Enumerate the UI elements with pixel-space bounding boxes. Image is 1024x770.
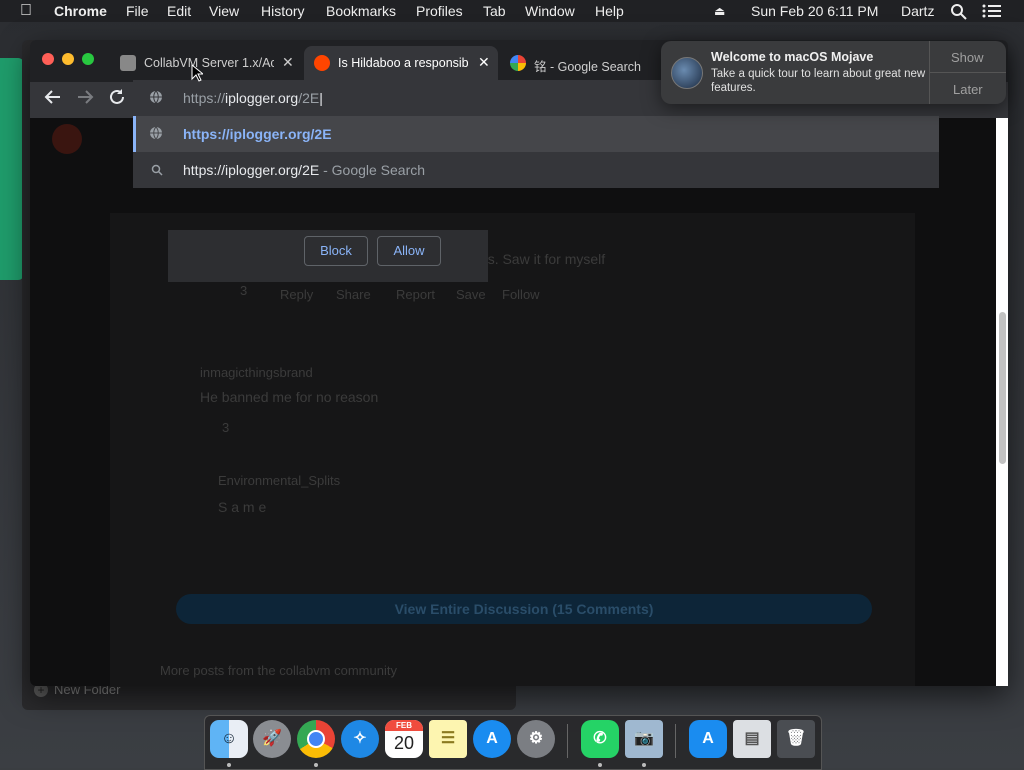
menu-tab[interactable]: Tab [483, 3, 506, 19]
search-query: https://iplogger.org/2E [183, 162, 320, 178]
comment-user: inmagicthingsbrand [200, 365, 313, 380]
menu-clock[interactable]: Sun Feb 20 6:11 PM [751, 3, 878, 19]
notification-divider [930, 72, 1006, 73]
selection-indicator [133, 116, 136, 152]
menu-view[interactable]: View [209, 3, 239, 19]
omnibox-suggestion-url[interactable]: https://iplogger.org/2E [133, 116, 939, 152]
mouse-cursor-icon [191, 63, 205, 87]
safari-dock-icon[interactable]: ✧ [341, 720, 379, 758]
menu-file[interactable]: File [126, 3, 149, 19]
google-favicon-icon [510, 55, 526, 71]
save-action[interactable]: Save [456, 287, 486, 302]
notification-title: Welcome to macOS Mojave [711, 50, 874, 64]
macos-notification[interactable]: Welcome to macOS Mojave Take a quick tou… [661, 41, 1006, 104]
close-tab-icon[interactable]: ✕ [478, 54, 490, 71]
tab-title: CollabVM Server 1.x/Ac [144, 56, 274, 70]
tab-google-search[interactable]: 铭 - Google Search [504, 46, 664, 82]
notification-center-icon[interactable] [982, 3, 1002, 22]
calendar-dock-icon[interactable]: FEB 20 [385, 720, 423, 758]
dock-separator [567, 724, 568, 758]
close-window-button[interactable] [42, 53, 54, 65]
running-indicator [314, 763, 318, 767]
app-store-dock-icon[interactable]: A [473, 720, 511, 758]
launchpad-dock-icon[interactable]: 🚀 [253, 720, 291, 758]
reddit-favicon-icon [314, 55, 330, 71]
running-indicator [598, 763, 602, 767]
page-content: He also uses kitting tools to fuck up th… [30, 118, 1008, 686]
menu-user[interactable]: Dartz [901, 3, 934, 19]
documents-folder-dock-icon[interactable]: ▤ [733, 720, 771, 758]
background-window-edge [0, 58, 24, 280]
mojave-app-icon [671, 57, 703, 89]
more-posts-heading: More posts from the collabvm community [160, 663, 397, 678]
spotlight-icon[interactable] [950, 3, 968, 24]
tab-collabvm[interactable]: CollabVM Server 1.x/Ac ✕ [112, 46, 300, 82]
tab-title: 铭 - Google Search [534, 60, 641, 74]
url-domain: iplogger.org [225, 90, 299, 106]
menu-help[interactable]: Help [595, 3, 624, 19]
menu-bookmarks[interactable]: Bookmarks [326, 3, 396, 19]
omnibox-suggestion-search[interactable]: https://iplogger.org/2E - Google Search [133, 152, 939, 188]
comment-text: He banned me for no reason [200, 389, 379, 405]
notification-show-button[interactable]: Show [951, 50, 984, 65]
comment-votes: 3 [222, 420, 230, 435]
eject-icon[interactable]: ⏏ [714, 4, 725, 18]
collabvm-favicon-icon [120, 55, 136, 71]
whatsapp-dock-icon[interactable]: ✆ [581, 720, 619, 758]
tab-reddit[interactable]: Is Hildaboo a responsib ✕ [304, 46, 498, 82]
back-icon[interactable] [44, 88, 62, 111]
comment-text: S a m e [218, 499, 267, 515]
running-indicator [227, 763, 231, 767]
allow-button[interactable]: Allow [377, 236, 441, 266]
menu-app-name[interactable]: Chrome [54, 3, 107, 19]
running-indicator [642, 763, 646, 767]
chrome-dock-icon[interactable] [297, 720, 335, 758]
text-cursor: | [319, 90, 323, 106]
globe-icon [149, 90, 163, 109]
url-scheme: https:// [183, 90, 226, 106]
tab-title: Is Hildaboo a responsib [338, 56, 468, 70]
search-suffix: - Google Search [319, 162, 426, 178]
finder-dock-icon[interactable]: ☺ [210, 720, 248, 758]
menu-history[interactable]: History [261, 3, 305, 19]
search-suggestion-text: https://iplogger.org/2E - Google Search [183, 162, 425, 178]
forward-icon[interactable] [76, 88, 94, 111]
system-preferences-dock-icon[interactable]: ⚙ [517, 720, 555, 758]
comment-votes: 3 [240, 283, 248, 298]
share-action[interactable]: Share [336, 287, 371, 302]
menu-bar:  Chrome File Edit View History Bookmark… [0, 0, 1024, 22]
report-action[interactable]: Report [396, 287, 435, 302]
notes-dock-icon[interactable]: ☰ [429, 720, 467, 758]
calendar-day: 20 [393, 733, 415, 753]
block-button[interactable]: Block [304, 236, 368, 266]
subreddit-avatar [52, 124, 82, 154]
globe-icon [149, 126, 163, 145]
apple-icon[interactable]:  [20, 2, 32, 20]
search-icon [151, 163, 163, 181]
follow-action[interactable]: Follow [502, 287, 540, 302]
menu-window[interactable]: Window [525, 3, 575, 19]
notification-body: Take a quick tour to learn about great n… [711, 68, 926, 94]
zoom-window-button[interactable] [82, 53, 94, 65]
omnibox-input[interactable]: https://iplogger.org/2E| [183, 90, 323, 106]
scrollbar-thumb[interactable] [999, 312, 1006, 464]
close-tab-icon[interactable]: ✕ [282, 54, 294, 71]
notification-later-button[interactable]: Later [953, 82, 983, 97]
reply-action[interactable]: Reply [280, 287, 313, 302]
comment-user: Environmental_Splits [218, 473, 341, 488]
dock-separator [675, 724, 676, 758]
url-path: /2E [298, 90, 320, 106]
reload-icon[interactable] [108, 88, 126, 111]
minimize-window-button[interactable] [62, 53, 74, 65]
menu-edit[interactable]: Edit [167, 3, 191, 19]
view-entire-discussion-button[interactable]: View Entire Discussion (15 Comments) [176, 594, 872, 624]
app-store-download-dock-icon[interactable]: A [689, 720, 727, 758]
trash-dock-icon[interactable]: 🗑 [777, 720, 815, 758]
menu-profiles[interactable]: Profiles [416, 3, 463, 19]
suggestion-url-text: https://iplogger.org/2E [183, 126, 332, 142]
preview-dock-icon[interactable]: 📷 [625, 720, 663, 758]
